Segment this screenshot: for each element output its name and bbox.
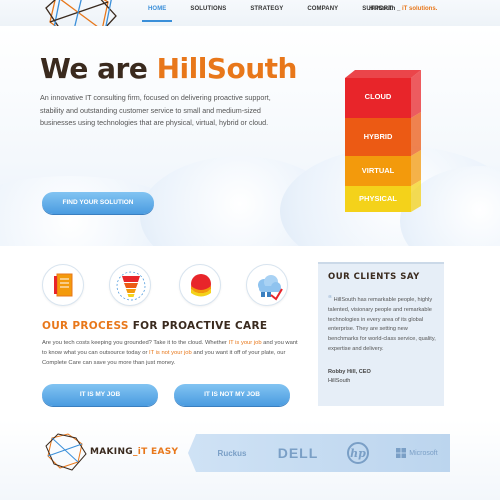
tier-virtual-side xyxy=(411,150,421,186)
nav-company[interactable]: COMPANY xyxy=(307,6,338,12)
process-title-rest: FOR PROACTIVE CARE xyxy=(128,320,268,332)
author-company: HillSouth xyxy=(328,378,351,384)
notebook-icon[interactable] xyxy=(42,264,84,306)
tier-cloud-top xyxy=(345,70,421,78)
tower-graphic xyxy=(345,70,421,212)
layers-icon[interactable] xyxy=(109,264,151,306)
making-it-easy: MAKING_iT EASY xyxy=(90,447,178,457)
storage-icon[interactable] xyxy=(179,264,221,306)
tier-cloud-side xyxy=(411,70,421,118)
tagline-accent: iT solutions. xyxy=(400,6,438,12)
nav-strategy[interactable]: STRATEGY xyxy=(250,6,283,12)
notebook-graphic xyxy=(54,273,73,297)
partner-dell[interactable]: DELL xyxy=(268,434,328,472)
clients-panel: OUR CLIENTS SAY “ HillSouth has remarkab… xyxy=(318,262,444,406)
tier-label-virtual: VIRTUAL xyxy=(361,166,395,175)
hp-logo: hp xyxy=(347,442,369,464)
footer-logo-icon xyxy=(45,433,87,471)
microsoft-logo-text: Microsoft xyxy=(409,449,438,457)
find-solution-button[interactable]: FIND YOUR SOLUTION xyxy=(42,192,154,214)
partner-hp[interactable]: hp xyxy=(334,434,382,472)
partners-strip: Ruckus DELL hp Microsoft xyxy=(188,434,450,472)
link-it-is-not-your-job[interactable]: IT is not your job xyxy=(149,350,192,356)
clients-title: OUR CLIENTS SAY xyxy=(328,272,420,282)
header-tagline: HillSouth _ iT solutions. xyxy=(369,6,437,12)
tier-hybrid-side xyxy=(411,112,421,156)
tagline-prefix: HillSouth _ xyxy=(369,6,401,12)
hero-description: An innovative IT consulting firm, focuse… xyxy=(40,93,271,127)
author-name: Robby Hill, CEO xyxy=(328,369,371,375)
quote-author: Robby Hill, CEO HillSouth xyxy=(328,368,371,386)
solution-tower: CLOUD HYBRID VIRTUAL PHYSICAL xyxy=(345,44,421,212)
partner-ruckus[interactable]: Ruckus xyxy=(202,434,262,472)
microsoft-logo-icon xyxy=(396,448,407,458)
it-is-not-my-job-button[interactable]: IT IS NOT MY JOB xyxy=(174,384,290,406)
partner-microsoft[interactable]: Microsoft xyxy=(386,434,448,472)
ruckus-logo: Ruckus xyxy=(217,448,247,458)
tier-label-physical: PHYSICAL xyxy=(359,194,397,203)
client-quote-text: HillSouth has remarkable people, highly … xyxy=(328,297,436,352)
process-text: Are you tech costs keeping you grounded?… xyxy=(42,338,304,369)
hp-logo-text: hp xyxy=(350,447,366,460)
client-quote: “ HillSouth has remarkable people, highl… xyxy=(328,294,438,355)
process-title: OUR PROCESS FOR PROACTIVE CARE xyxy=(42,320,267,332)
hero-title-prefix: We are xyxy=(40,52,157,85)
quote-mark: “ xyxy=(328,294,332,303)
process-title-accent: OUR PROCESS xyxy=(42,320,129,332)
nav-home[interactable]: HOME xyxy=(141,6,173,22)
tier-label-cloud: CLOUD xyxy=(364,92,392,101)
cloud-graphic xyxy=(258,275,283,301)
it-is-my-job-button[interactable]: IT IS MY JOB xyxy=(42,384,158,406)
cloud-icon[interactable] xyxy=(246,264,288,306)
layers-graphic xyxy=(116,271,146,301)
tier-label-hybrid: HYBRID xyxy=(363,132,393,141)
making-prefix: MAKING xyxy=(90,447,133,457)
link-it-is-your-job[interactable]: IT is your job xyxy=(228,340,261,346)
nav-solutions[interactable]: SOLUTIONS xyxy=(190,6,226,12)
process-text-1: Are you tech costs keeping you grounded?… xyxy=(42,340,229,346)
hero-title-brand: HillSouth xyxy=(156,52,298,85)
hero-title: We are HillSouth xyxy=(40,52,297,85)
storage-graphic xyxy=(191,274,211,297)
dell-logo: DELL xyxy=(277,445,319,461)
making-accent: _iT EASY xyxy=(132,447,179,457)
